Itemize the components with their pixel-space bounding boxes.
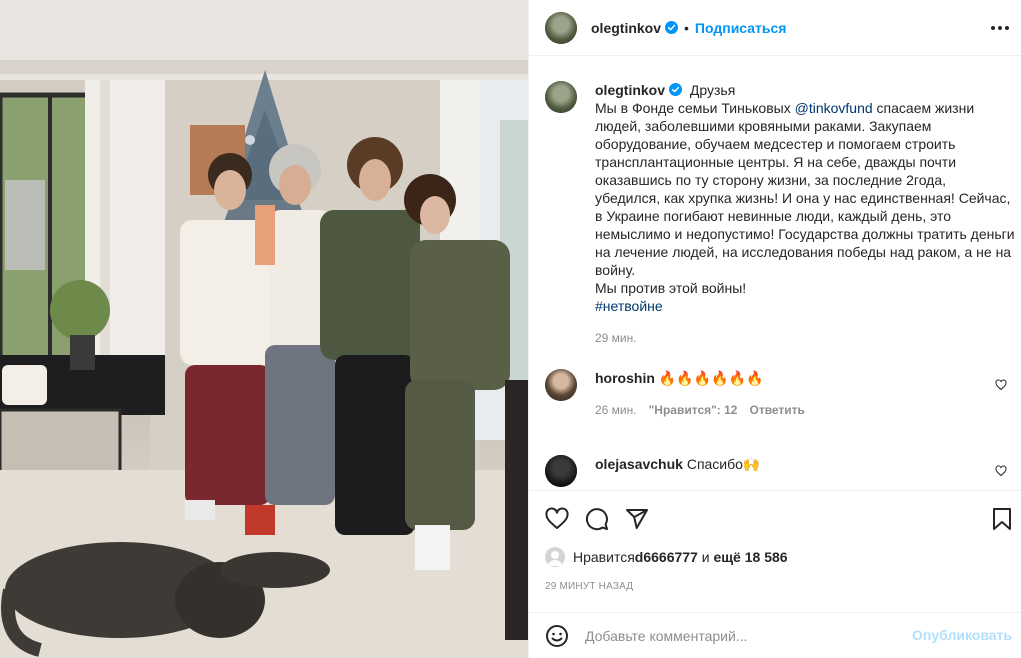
comment-input[interactable] — [585, 627, 885, 644]
comment-text: 🔥🔥🔥🔥🔥🔥 — [658, 370, 764, 386]
caption-body: olegtinkov Друзья Мы в Фонде семьи Тиньк… — [595, 81, 1015, 347]
publish-button[interactable]: Опубликовать — [912, 627, 1012, 643]
comment-item: horoshin 🔥🔥🔥🔥🔥🔥 26 мин. "Нравится": 12 О… — [545, 369, 1015, 419]
caption-avatar[interactable] — [545, 81, 577, 113]
caption-slogan: Мы против этой войны! — [595, 280, 747, 296]
comment-body: horoshin 🔥🔥🔥🔥🔥🔥 26 мин. "Нравится": 12 О… — [595, 369, 995, 419]
post-header: olegtinkov • Подписаться — [529, 0, 1021, 56]
share-paper-plane-icon[interactable] — [625, 507, 649, 531]
action-icons — [545, 507, 649, 531]
family-photo-illustration — [0, 0, 528, 658]
caption-time[interactable]: 29 мин. — [595, 329, 1015, 347]
post-caption: olegtinkov Друзья Мы в Фонде семьи Тиньк… — [545, 81, 1015, 347]
author-avatar[interactable] — [545, 11, 577, 44]
post-photo[interactable] — [0, 0, 528, 658]
follow-button[interactable]: Подписаться — [695, 20, 787, 36]
user-silhouette-icon — [548, 551, 562, 566]
caption-username[interactable]: olegtinkov — [595, 82, 665, 98]
save-bookmark-icon[interactable] — [990, 507, 1014, 531]
dot-separator: • — [684, 19, 689, 36]
post-actions: Нравится d6666777 и ещё 18 586 29 МИНУТ … — [529, 490, 1021, 592]
caption-verified-badge-icon — [669, 83, 683, 96]
likes-summary: Нравится d6666777 и ещё 18 586 — [545, 547, 788, 567]
caption-audience: Друзья — [689, 82, 736, 98]
mention-link[interactable]: @tinkovfund — [795, 100, 873, 116]
more-options-button[interactable] — [988, 16, 1012, 40]
more-horizontal-icon — [991, 26, 1009, 30]
caption-text-post: спасаем жизни людей, заболевшими кровяны… — [595, 100, 1015, 278]
like-heart-icon[interactable] — [545, 507, 569, 531]
comment-meta: 26 мин. "Нравится": 12 Ответить — [595, 401, 995, 419]
emoji-smiley-icon[interactable] — [545, 624, 569, 648]
comment-like-heart-icon[interactable] — [995, 379, 1007, 391]
comment-time[interactable]: 26 мин. — [595, 401, 637, 419]
comment-likes[interactable]: "Нравится": 12 — [649, 401, 738, 419]
author-username[interactable]: olegtinkov — [591, 20, 661, 36]
liker-avatar[interactable] — [545, 547, 565, 567]
post-timestamp[interactable]: 29 МИНУТ НАЗАД — [545, 581, 633, 592]
likes-count-link[interactable]: ещё 18 586 — [713, 549, 787, 565]
commenter-username[interactable]: olejasavchuk — [595, 456, 683, 472]
likes-prefix: Нравится — [573, 549, 635, 565]
commenter-username[interactable]: horoshin — [595, 370, 655, 386]
post-details-pane: olegtinkov • Подписаться olegtinkov Друз… — [528, 0, 1021, 658]
verified-badge-icon — [665, 21, 679, 34]
caption-text-pre: Мы в Фонде семьи Тиньковых — [595, 100, 795, 116]
comment-text: Спасибо🙌 — [686, 456, 761, 472]
comment-body: olejasavchuk Спасибо🙌 — [595, 455, 995, 487]
commenter-avatar[interactable] — [545, 369, 577, 401]
commenter-avatar[interactable] — [545, 455, 577, 487]
add-comment-bar: Опубликовать — [529, 612, 1021, 658]
hashtag-link[interactable]: #нетвойне — [595, 298, 663, 314]
comment-bubble-icon[interactable] — [585, 507, 609, 531]
comments-list[interactable]: olegtinkov Друзья Мы в Фонде семьи Тиньк… — [529, 57, 1021, 489]
reply-button[interactable]: Ответить — [749, 401, 804, 419]
likes-middle: и — [697, 549, 714, 565]
comment-like-heart-icon[interactable] — [995, 465, 1007, 477]
liker-username[interactable]: d6666777 — [635, 549, 698, 565]
comment-item: olejasavchuk Спасибо🙌 — [545, 455, 1015, 487]
